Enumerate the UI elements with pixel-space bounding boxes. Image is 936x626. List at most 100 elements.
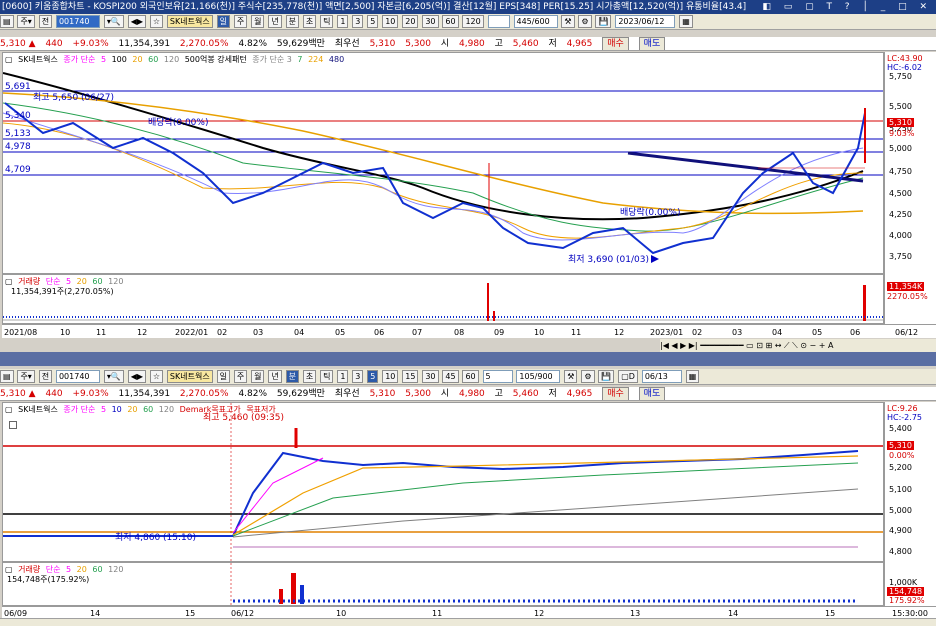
minute-1-button-2[interactable]: 1 (337, 370, 349, 383)
stock-code-input-2[interactable]: 001740 (55, 370, 100, 383)
minute-45-button-2[interactable]: 45 (442, 370, 459, 383)
date-tick: 02 (217, 328, 227, 337)
bottom-price-chart[interactable]: 최고 5,460 (09:35) 최저 4,860 (15:10) ▢ SK네트… (2, 402, 884, 562)
ma-5-line (2, 112, 864, 241)
volume-checkbox-icon[interactable]: ▢ (5, 277, 13, 286)
hc-value-2: HC:-2.75 (887, 413, 922, 422)
scroll-first-icon[interactable]: |◀ ◀ ▶ ▶| (660, 341, 698, 350)
save-icon[interactable]: 💾 (595, 15, 612, 28)
stock-name-field[interactable]: SK네트웍스 (166, 15, 213, 28)
scroll-track[interactable]: ━━━━━━━━━ (700, 341, 743, 350)
date-checkbox[interactable]: ▢D (618, 370, 638, 383)
sell-button-2[interactable]: 매도 (638, 387, 666, 400)
minute-5-button-2[interactable]: 5 (367, 370, 379, 383)
period-second-button-2[interactable]: 초 (302, 370, 317, 383)
minute-30-button[interactable]: 30 (422, 15, 439, 28)
sell-button[interactable]: 매도 (638, 37, 666, 50)
intraday-candles (3, 450, 859, 537)
settings-icon[interactable]: ⚙ (578, 15, 592, 28)
legend-checkbox-icon[interactable]: ▢ (5, 55, 13, 64)
calendar-icon[interactable]: ▦ (679, 15, 693, 28)
date-tick: 09 (494, 328, 504, 337)
period-day-button[interactable]: 일 (216, 15, 230, 28)
volume-checkbox-icon-2[interactable]: ▢ (5, 565, 13, 574)
minute-1-button[interactable]: 1 (337, 15, 349, 28)
high-price: 5,460 (512, 39, 539, 49)
stock-name-field-2[interactable]: SK네트웍스 (166, 370, 213, 383)
period-second-button[interactable]: 초 (302, 15, 317, 28)
buy-button[interactable]: 매수 (602, 37, 629, 50)
bottom-scrollbar[interactable] (0, 618, 936, 626)
chart-menu-button-2[interactable]: ▤ (0, 370, 14, 383)
turnover-rate-2: 4.82% (238, 389, 268, 399)
minute-120-button[interactable]: 120 (462, 15, 484, 28)
stock-code-input[interactable]: 001740 (55, 15, 100, 28)
minute-3-button-2[interactable]: 3 (352, 370, 364, 383)
minute-30-button-2[interactable]: 30 (422, 370, 439, 383)
period-day-button-2[interactable]: 일 (216, 370, 230, 383)
buy-button-2[interactable]: 매수 (602, 387, 629, 400)
minute-60-button-2[interactable]: 60 (462, 370, 479, 383)
save-icon-2[interactable]: 💾 (598, 370, 615, 383)
period-month-button[interactable]: 월 (251, 15, 265, 28)
splitter-bar[interactable] (0, 352, 936, 366)
date-input-2[interactable]: 06/13 (641, 370, 682, 383)
period-tick-button[interactable]: 틱 (320, 15, 334, 28)
date-input[interactable]: 2023/06/12 (615, 15, 676, 28)
volume-label-2: 거래량 (18, 565, 41, 574)
minute-15-button-2[interactable]: 15 (402, 370, 419, 383)
legend-ma60-2: 60 (143, 405, 154, 414)
axis-label: 4,250 (889, 210, 912, 219)
minute-3-button[interactable]: 3 (352, 15, 364, 28)
period-week-button-b[interactable]: 주▾ (17, 370, 35, 383)
unit-input-2[interactable]: 5 (482, 370, 513, 383)
window-controls[interactable]: ◧ ▭ ▢ T ? │ _ □ ✕ (762, 0, 932, 14)
period-minute-button[interactable]: 분 (285, 15, 299, 28)
chart-menu-button[interactable]: ▤ (0, 15, 14, 28)
minute-10-button[interactable]: 10 (382, 15, 399, 28)
bottom-volume-chart[interactable]: ▢ 거래량 단순 5 20 60 120 154,748주(175.92%) (2, 562, 884, 606)
top-price-chart[interactable]: 최고 5,650 (06/27) 배당락(0.00%) 배당락(0.00%) 최… (2, 52, 884, 274)
tools-icon-2[interactable]: ⚒ (564, 370, 578, 383)
prev-next-icon[interactable]: ◀▶ (127, 15, 146, 28)
all-button[interactable]: 전 (38, 15, 53, 28)
minute-20-button[interactable]: 20 (402, 15, 419, 28)
settings-icon-2[interactable]: ⚙ (581, 370, 595, 383)
period-year-button[interactable]: 년 (268, 15, 282, 28)
period-week-button-2[interactable]: 주 (233, 15, 248, 28)
search-icon[interactable]: ▾🔍 (103, 15, 124, 28)
minute-5-button[interactable]: 5 (367, 15, 379, 28)
search-icon-2[interactable]: ▾🔍 (103, 370, 124, 383)
date-tick: 06 (850, 328, 860, 337)
period-week-button-3[interactable]: 주 (233, 370, 248, 383)
calendar-icon-2[interactable]: ▦ (685, 370, 700, 383)
period-month-button-2[interactable]: 월 (251, 370, 265, 383)
favorite-icon[interactable]: ☆ (149, 15, 164, 28)
period-week-button[interactable]: 주▾ (17, 15, 35, 28)
period-minute-button-2[interactable]: 분 (285, 370, 299, 383)
collapse-box-icon[interactable] (9, 421, 17, 429)
period-tick-button-2[interactable]: 틱 (320, 370, 334, 383)
period-year-button-2[interactable]: 년 (268, 370, 282, 383)
count-input-2[interactable]: 105/900 (516, 370, 561, 383)
minute-10-button-2[interactable]: 10 (382, 370, 399, 383)
volume-spike-2a (291, 573, 296, 604)
chart-tools-icons[interactable]: ▭ ⊡ ⊞ ↔ ⟋ ⟍ ⊙ − + A (746, 341, 833, 350)
date-tick: 04 (294, 328, 304, 337)
minute-60-button[interactable]: 60 (442, 15, 459, 28)
hline-label-5133: 5,133 (5, 129, 31, 139)
top-scroll-controls[interactable]: |◀ ◀ ▶ ▶| ━━━━━━━━━ ▭ ⊡ ⊞ ↔ ⟋ ⟍ ⊙ − + A (660, 339, 936, 352)
date-tick: 07 (412, 328, 422, 337)
prev-next-icon-2[interactable]: ◀▶ (127, 370, 146, 383)
date-tick: 15:30:00 (892, 609, 928, 618)
legend-checkbox-icon-2[interactable]: ▢ (5, 405, 13, 414)
top-volume-chart[interactable]: ▢ 거래량 단순 5 20 60 120 11,354,391주(2,270.0… (2, 274, 884, 324)
volume-value-text-2: 154,748주(175.92%) (7, 575, 90, 584)
all-button-2[interactable]: 전 (38, 370, 53, 383)
unit-input[interactable] (487, 15, 510, 28)
favorite-icon-2[interactable]: ☆ (149, 370, 164, 383)
date-tick: 10 (336, 609, 346, 618)
count-input[interactable]: 445/600 (513, 15, 558, 28)
volume-pct-tag: 2270.05% (887, 292, 928, 301)
tools-icon[interactable]: ⚒ (561, 15, 575, 28)
